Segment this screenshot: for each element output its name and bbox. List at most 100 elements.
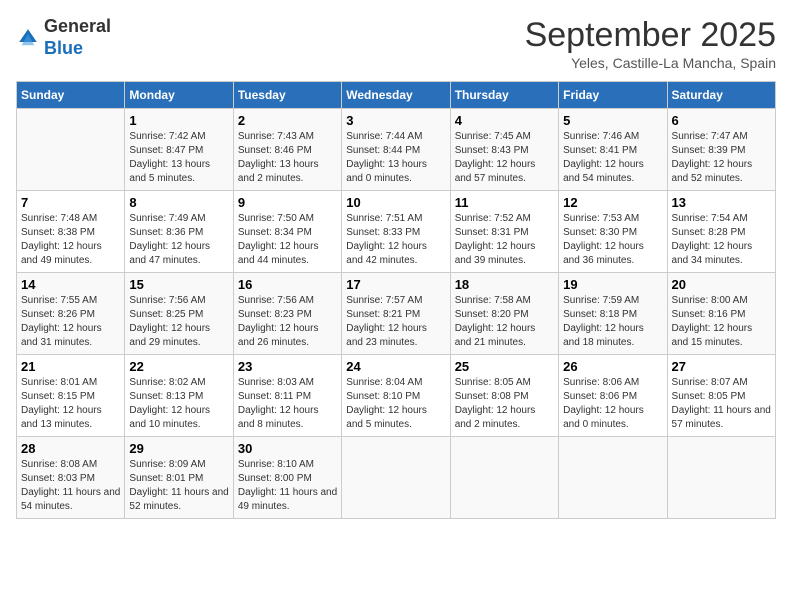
day-number: 14 xyxy=(21,277,120,292)
day-number: 18 xyxy=(455,277,554,292)
day-number: 6 xyxy=(672,113,771,128)
day-info: Sunrise: 7:46 AMSunset: 8:41 PMDaylight:… xyxy=(563,130,662,186)
day-info: Sunrise: 7:43 AMSunset: 8:46 PMDaylight:… xyxy=(238,130,337,186)
calendar-table: SundayMondayTuesdayWednesdayThursdayFrid… xyxy=(16,81,776,519)
day-cell: 3 Sunrise: 7:44 AMSunset: 8:44 PMDaylight… xyxy=(342,109,450,191)
day-number: 4 xyxy=(455,113,554,128)
day-info: Sunrise: 8:01 AMSunset: 8:15 PMDaylight:… xyxy=(21,376,120,432)
day-info: Sunrise: 8:09 AMSunset: 8:01 PMDaylight:… xyxy=(129,458,228,514)
day-info: Sunrise: 8:06 AMSunset: 8:06 PMDaylight:… xyxy=(563,376,662,432)
day-cell: 8 Sunrise: 7:49 AMSunset: 8:36 PMDaylight… xyxy=(125,191,233,273)
day-info: Sunrise: 8:04 AMSunset: 8:10 PMDaylight:… xyxy=(346,376,445,432)
day-cell: 2 Sunrise: 7:43 AMSunset: 8:46 PMDaylight… xyxy=(233,109,341,191)
page-header: General Blue September 2025 Yeles, Casti… xyxy=(16,16,776,71)
day-cell xyxy=(559,437,667,519)
day-cell: 22 Sunrise: 8:02 AMSunset: 8:13 PMDayligh… xyxy=(125,355,233,437)
logo-blue-text: Blue xyxy=(44,38,83,58)
day-cell: 20 Sunrise: 8:00 AMSunset: 8:16 PMDayligh… xyxy=(667,273,775,355)
logo: General Blue xyxy=(16,16,111,59)
day-number: 11 xyxy=(455,195,554,210)
day-cell xyxy=(342,437,450,519)
day-info: Sunrise: 7:53 AMSunset: 8:30 PMDaylight:… xyxy=(563,212,662,268)
day-cell: 28 Sunrise: 8:08 AMSunset: 8:03 PMDayligh… xyxy=(17,437,125,519)
day-header-monday: Monday xyxy=(125,82,233,109)
day-info: Sunrise: 7:56 AMSunset: 8:25 PMDaylight:… xyxy=(129,294,228,350)
day-info: Sunrise: 8:02 AMSunset: 8:13 PMDaylight:… xyxy=(129,376,228,432)
day-number: 26 xyxy=(563,359,662,374)
day-header-sunday: Sunday xyxy=(17,82,125,109)
day-cell: 27 Sunrise: 8:07 AMSunset: 8:05 PMDayligh… xyxy=(667,355,775,437)
day-cell: 16Sunrise: 7:56 AMSunset: 8:23 PMDayligh… xyxy=(233,273,341,355)
day-info: Sunrise: 8:08 AMSunset: 8:03 PMDaylight:… xyxy=(21,458,120,514)
day-number: 25 xyxy=(455,359,554,374)
day-cell: 5Sunrise: 7:46 AMSunset: 8:41 PMDaylight… xyxy=(559,109,667,191)
day-info: Sunrise: 7:52 AMSunset: 8:31 PMDaylight:… xyxy=(455,212,554,268)
header-row: SundayMondayTuesdayWednesdayThursdayFrid… xyxy=(17,82,776,109)
day-number: 28 xyxy=(21,441,120,456)
day-cell xyxy=(450,437,558,519)
day-info: Sunrise: 8:07 AMSunset: 8:05 PMDaylight:… xyxy=(672,376,771,432)
day-cell: 10 Sunrise: 7:51 AMSunset: 8:33 PMDayligh… xyxy=(342,191,450,273)
day-cell: 14Sunrise: 7:55 AMSunset: 8:26 PMDayligh… xyxy=(17,273,125,355)
day-info: Sunrise: 7:54 AMSunset: 8:28 PMDaylight:… xyxy=(672,212,771,268)
day-number: 2 xyxy=(238,113,337,128)
day-number: 8 xyxy=(129,195,228,210)
day-cell: 19Sunrise: 7:59 AMSunset: 8:18 PMDayligh… xyxy=(559,273,667,355)
day-number: 17 xyxy=(346,277,445,292)
day-number: 13 xyxy=(672,195,771,210)
day-info: Sunrise: 7:48 AMSunset: 8:38 PMDaylight:… xyxy=(21,212,120,268)
calendar-subtitle: Yeles, Castille-La Mancha, Spain xyxy=(525,55,776,71)
day-info: Sunrise: 8:10 AMSunset: 8:00 PMDaylight:… xyxy=(238,458,337,514)
day-info: Sunrise: 7:44 AMSunset: 8:44 PMDaylight:… xyxy=(346,130,445,186)
day-info: Sunrise: 8:05 AMSunset: 8:08 PMDaylight:… xyxy=(455,376,554,432)
logo-general-text: General xyxy=(44,16,111,36)
day-info: Sunrise: 7:49 AMSunset: 8:36 PMDaylight:… xyxy=(129,212,228,268)
day-header-friday: Friday xyxy=(559,82,667,109)
day-info: Sunrise: 8:00 AMSunset: 8:16 PMDaylight:… xyxy=(672,294,771,350)
day-cell: 15 Sunrise: 7:56 AMSunset: 8:25 PMDayligh… xyxy=(125,273,233,355)
day-cell: 7Sunrise: 7:48 AMSunset: 8:38 PMDaylight… xyxy=(17,191,125,273)
day-info: Sunrise: 7:57 AMSunset: 8:21 PMDaylight:… xyxy=(346,294,445,350)
day-info: Sunrise: 7:51 AMSunset: 8:33 PMDaylight:… xyxy=(346,212,445,268)
day-cell xyxy=(17,109,125,191)
day-header-tuesday: Tuesday xyxy=(233,82,341,109)
day-number: 21 xyxy=(21,359,120,374)
day-number: 12 xyxy=(563,195,662,210)
calendar-title: September 2025 xyxy=(525,16,776,55)
day-cell: 1 Sunrise: 7:42 AMSunset: 8:47 PMDaylight… xyxy=(125,109,233,191)
week-row-3: 14Sunrise: 7:55 AMSunset: 8:26 PMDayligh… xyxy=(17,273,776,355)
day-info: Sunrise: 7:56 AMSunset: 8:23 PMDaylight:… xyxy=(238,294,337,350)
day-info: Sunrise: 8:03 AMSunset: 8:11 PMDaylight:… xyxy=(238,376,337,432)
day-cell: 13 Sunrise: 7:54 AMSunset: 8:28 PMDayligh… xyxy=(667,191,775,273)
day-header-thursday: Thursday xyxy=(450,82,558,109)
day-number: 20 xyxy=(672,277,771,292)
day-number: 29 xyxy=(129,441,228,456)
day-cell: 29 Sunrise: 8:09 AMSunset: 8:01 PMDayligh… xyxy=(125,437,233,519)
day-number: 30 xyxy=(238,441,337,456)
day-cell: 4Sunrise: 7:45 AMSunset: 8:43 PMDaylight… xyxy=(450,109,558,191)
day-number: 10 xyxy=(346,195,445,210)
week-row-4: 21 Sunrise: 8:01 AMSunset: 8:15 PMDayligh… xyxy=(17,355,776,437)
day-number: 22 xyxy=(129,359,228,374)
title-block: September 2025 Yeles, Castille-La Mancha… xyxy=(525,16,776,71)
day-number: 3 xyxy=(346,113,445,128)
day-number: 15 xyxy=(129,277,228,292)
day-number: 9 xyxy=(238,195,337,210)
day-cell: 9Sunrise: 7:50 AMSunset: 8:34 PMDaylight… xyxy=(233,191,341,273)
day-number: 23 xyxy=(238,359,337,374)
day-cell: 23 Sunrise: 8:03 AMSunset: 8:11 PMDayligh… xyxy=(233,355,341,437)
day-number: 27 xyxy=(672,359,771,374)
day-number: 24 xyxy=(346,359,445,374)
day-number: 1 xyxy=(129,113,228,128)
day-cell: 26 Sunrise: 8:06 AMSunset: 8:06 PMDayligh… xyxy=(559,355,667,437)
day-cell: 18 Sunrise: 7:58 AMSunset: 8:20 PMDayligh… xyxy=(450,273,558,355)
week-row-5: 28 Sunrise: 8:08 AMSunset: 8:03 PMDayligh… xyxy=(17,437,776,519)
day-cell: 12 Sunrise: 7:53 AMSunset: 8:30 PMDayligh… xyxy=(559,191,667,273)
day-number: 19 xyxy=(563,277,662,292)
logo-icon xyxy=(16,26,40,50)
day-info: Sunrise: 7:42 AMSunset: 8:47 PMDaylight:… xyxy=(129,130,228,186)
day-cell: 17 Sunrise: 7:57 AMSunset: 8:21 PMDayligh… xyxy=(342,273,450,355)
day-info: Sunrise: 7:58 AMSunset: 8:20 PMDaylight:… xyxy=(455,294,554,350)
day-cell: 24 Sunrise: 8:04 AMSunset: 8:10 PMDayligh… xyxy=(342,355,450,437)
day-info: Sunrise: 7:47 AMSunset: 8:39 PMDaylight:… xyxy=(672,130,771,186)
